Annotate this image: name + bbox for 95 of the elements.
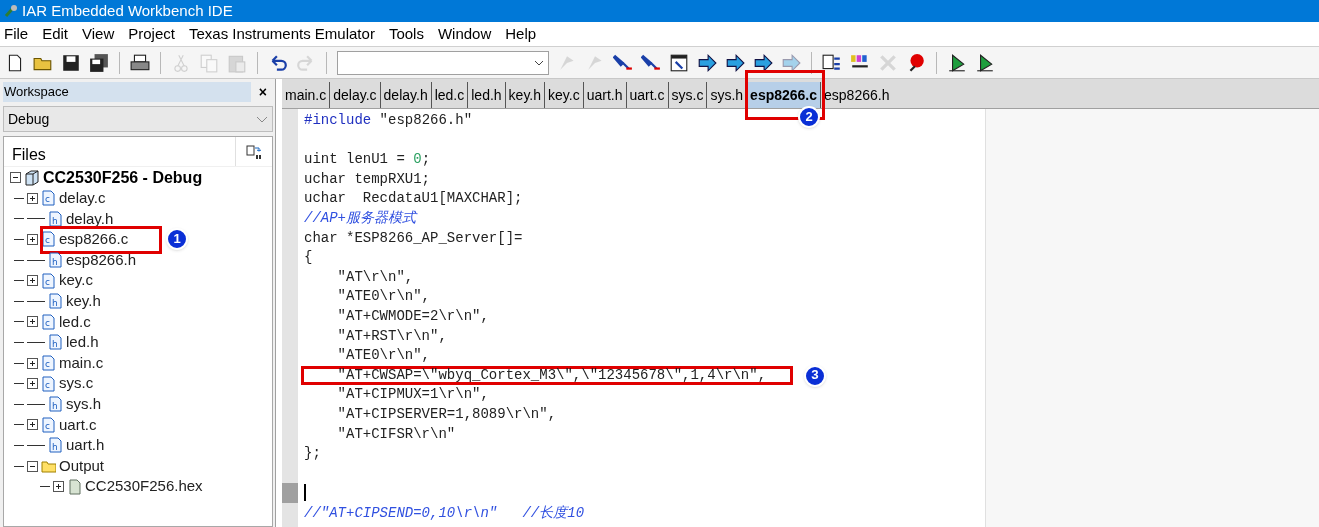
code-comment: //"AT+CIPSEND=0,10\r\n" //长度10 — [304, 504, 585, 521]
expand-icon[interactable] — [27, 357, 38, 369]
code-line: { — [304, 249, 313, 266]
play-icon[interactable] — [947, 52, 967, 73]
editor-tab[interactable]: key.c — [544, 82, 583, 108]
save-icon[interactable] — [61, 52, 81, 73]
menu-item[interactable]: Texas Instruments Emulator — [188, 22, 375, 46]
h-file-icon: h — [48, 293, 63, 310]
expand-icon[interactable] — [27, 316, 38, 328]
code-line: "AT\r\n", — [336, 268, 414, 285]
tree-item[interactable]: Output — [59, 454, 105, 478]
c-file-icon: c — [41, 190, 56, 207]
tree-item[interactable]: key.c — [59, 269, 93, 292]
window-title: IAR Embedded Workbench IDE — [22, 0, 233, 21]
save-all-icon[interactable] — [89, 52, 109, 73]
expand-icon[interactable] — [53, 481, 64, 493]
c-file-icon: c — [41, 272, 56, 289]
code-line: }; — [304, 445, 321, 462]
search-combo-field[interactable] — [337, 50, 549, 75]
tree-item[interactable]: key.h — [66, 290, 101, 313]
expand-icon[interactable] — [27, 275, 38, 287]
menu-item[interactable]: Edit — [42, 22, 69, 46]
menu-item[interactable]: Project — [128, 22, 175, 46]
project-cube-icon — [25, 169, 39, 186]
folder-icon — [41, 458, 56, 474]
code-line: "AT+CWSAP=\"wbyq_Cortex_M3\",\"12345678\",1,4\r\n", — [336, 366, 767, 383]
code-line: "AT+CIPSERVER=1,8089\r\n", — [336, 405, 557, 422]
tree-item[interactable]: CC2530F256 - Debug — [43, 165, 203, 190]
expand-icon[interactable] — [27, 192, 38, 204]
collapse-icon[interactable] — [10, 172, 21, 183]
menu-item[interactable]: Help — [505, 22, 537, 46]
c-file-icon: c — [41, 355, 56, 372]
editor-tab[interactable]: uart.c — [625, 82, 668, 108]
tree-item[interactable]: uart.h — [66, 434, 105, 457]
code-line: char *ESP8266_AP_Server[]= — [304, 229, 523, 246]
code-line: "ATE0\r\n", — [336, 288, 431, 305]
callout-number: 3 — [804, 364, 826, 387]
h-file-icon: h — [48, 334, 63, 351]
panel-title: Workspace — [3, 82, 251, 102]
tree-item[interactable]: CC2530F256.hex — [85, 475, 203, 498]
printer-icon[interactable] — [130, 52, 150, 73]
tree-item[interactable]: sys.c — [59, 372, 94, 395]
close-button[interactable]: × — [258, 85, 267, 99]
h-file-icon: h — [48, 396, 63, 413]
chevron-icon — [534, 59, 544, 66]
column-header: Files — [4, 137, 236, 166]
editor-tab[interactable]: esp8266.c — [746, 82, 821, 108]
tree-item[interactable]: main.c — [59, 351, 104, 375]
tree-item[interactable]: delay.c — [59, 187, 106, 210]
h-file-icon: h — [48, 252, 63, 269]
code-line: "AT+RST\r\n", — [336, 327, 447, 344]
h-file-icon: h — [48, 437, 63, 454]
code-line: #include "esp8266.h" — [304, 112, 473, 128]
tree-item[interactable]: delay.h — [66, 207, 114, 231]
text-cursor — [304, 484, 306, 502]
document-icon — [67, 478, 82, 495]
tree-item[interactable]: uart.c — [59, 413, 97, 437]
code-line: "ATE0\r\n", — [336, 347, 431, 364]
code-line: uint lenU1 = 0; — [304, 151, 431, 168]
tree-item[interactable]: esp8266.c — [59, 228, 129, 251]
code-line: "AT+CIPMUX=1\r\n", — [336, 386, 489, 403]
arrow-icon[interactable] — [753, 52, 773, 73]
code-line: uchar tempRXU1; — [304, 170, 431, 187]
arrow-icon[interactable] — [725, 52, 745, 73]
app-icon — [4, 4, 18, 18]
tree-item[interactable]: led.c — [59, 310, 91, 334]
menu-item[interactable]: File — [4, 22, 29, 46]
code-line: "AT+CIFSR\r\n" — [336, 425, 456, 442]
menu-item[interactable]: View — [82, 22, 115, 46]
play-icon[interactable] — [975, 52, 995, 73]
window-icon[interactable] — [669, 52, 689, 73]
c-file-icon: c — [41, 416, 56, 433]
expand-icon[interactable] — [27, 234, 38, 245]
code-line: uchar RecdataU1[MAXCHAR]; — [304, 190, 523, 207]
code-comment: //AP+服务器模式 — [304, 209, 416, 226]
chevron-icon — [256, 115, 268, 123]
collapse-icon[interactable] — [27, 460, 38, 472]
menu-item[interactable]: Window — [437, 22, 492, 46]
c-file-icon: c — [41, 313, 56, 330]
expand-icon[interactable] — [27, 419, 38, 431]
arrow-icon[interactable] — [697, 52, 717, 73]
c-file-icon: c — [41, 231, 56, 248]
menu-item[interactable]: Tools — [388, 22, 424, 46]
editor-tab[interactable]: delay.c — [329, 82, 380, 108]
expand-icon[interactable] — [27, 378, 38, 390]
configuration-dropdown[interactable]: Debug — [3, 106, 273, 132]
columns-icon[interactable] — [246, 143, 262, 160]
tree-item[interactable]: esp8266.h — [66, 248, 137, 272]
h-file-icon: h — [48, 210, 63, 227]
callout-number: 1 — [166, 228, 188, 251]
tree-item[interactable]: led.h — [66, 331, 99, 354]
code-line: "AT+CWMODE=2\r\n", — [336, 307, 489, 324]
editor-tab[interactable]: sys.c — [667, 82, 707, 108]
tree-item[interactable]: sys.h — [66, 393, 101, 416]
c-file-icon: c — [41, 375, 56, 392]
